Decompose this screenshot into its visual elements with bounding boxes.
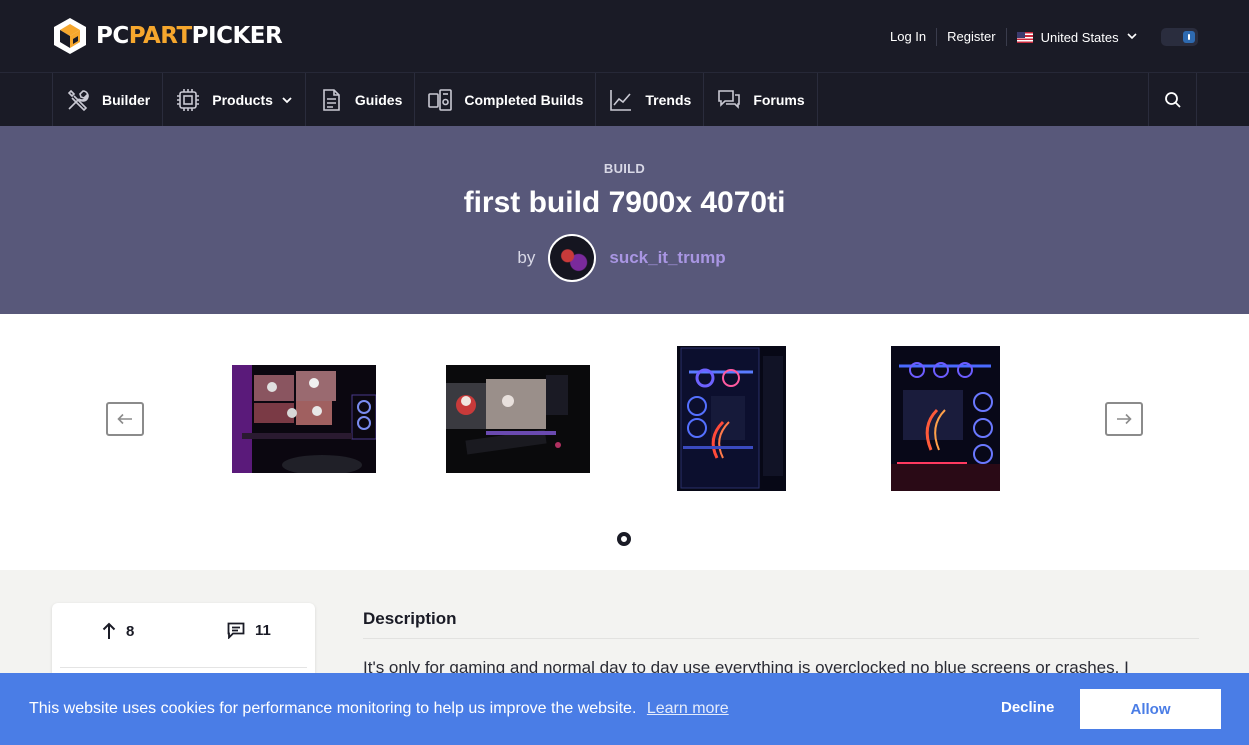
nav-trends[interactable]: Trends [596,73,705,126]
top-header: PCPARTPICKER Log In Register United Stat… [0,0,1249,72]
nav-builder[interactable]: Builder [53,73,164,126]
gallery-next-button[interactable] [1105,402,1143,436]
gallery-photo[interactable] [891,346,1000,491]
trend-chart-icon [610,89,632,111]
logo-wordmark: PCPARTPICKER [96,23,283,49]
allow-button[interactable]: Allow [1080,689,1221,729]
document-icon [323,88,340,111]
gallery-photo[interactable] [677,346,786,491]
nav-label: Builder [102,91,151,108]
author-link[interactable]: suck_it_trump [609,248,725,268]
by-label: by [517,248,536,267]
upvote-button[interactable]: 8 [102,622,134,640]
nav-products[interactable]: Products [163,73,306,126]
gallery-photo[interactable] [446,365,590,473]
logo-cube-icon [52,16,88,56]
nav-completed-builds[interactable]: Completed Builds [415,73,597,126]
photo-gallery [0,314,1249,570]
chat-bubbles-icon [718,89,741,109]
chevron-down-icon[interactable] [1126,30,1138,42]
nav-label: Completed Builds [464,91,584,108]
site-logo[interactable]: PCPARTPICKER [52,16,283,56]
author-avatar[interactable] [548,234,597,282]
cookie-banner: This website uses cookies for performanc… [0,673,1249,745]
us-flag-icon [1016,31,1033,43]
cpu-chip-icon [177,88,200,111]
arrow-left-icon [117,413,132,425]
register-link[interactable]: Register [937,26,1005,48]
byline: by suck_it_trump [0,234,1249,282]
nav-label: Forums [753,91,805,108]
login-link[interactable]: Log In [880,26,936,48]
comment-count: 11 [255,622,271,639]
arrow-up-icon [102,622,116,639]
cookie-message: This website uses cookies for performanc… [29,700,637,717]
chevron-down-icon [282,96,292,103]
search-button[interactable] [1148,73,1197,126]
arrow-right-icon [1117,413,1132,425]
build-hero: BUILD first build 7900x 4070ti by suck_i… [0,126,1249,314]
theme-toggle[interactable] [1161,28,1198,46]
toggle-knob [1183,31,1195,43]
description-heading: Description [363,609,457,628]
comment-icon [227,622,245,639]
country-label: United States [1040,29,1119,45]
main-nav: Builder Products Guides Completed Builds [0,72,1249,126]
cookie-message-row: This website uses cookies for performanc… [29,700,729,718]
country-selector[interactable]: United States [1007,30,1171,45]
divider [363,638,1199,639]
search-icon [1164,91,1181,108]
upvote-count: 8 [126,622,135,640]
completed-builds-icon [428,88,453,111]
builder-tools-icon [67,89,89,111]
gallery-photo[interactable] [232,365,376,473]
decline-button[interactable]: Decline [1001,699,1054,716]
comments-button[interactable]: 11 [227,622,271,639]
divider [60,667,307,669]
nav-label: Trends [645,91,692,108]
page-title: first build 7900x 4070ti [463,186,786,219]
gallery-prev-button[interactable] [106,402,144,436]
learn-more-link[interactable]: Learn more [647,700,729,717]
nav-label: Guides [354,91,403,108]
nav-guides[interactable]: Guides [306,73,416,126]
gallery-page-dot[interactable] [617,532,631,546]
page-eyebrow: BUILD [603,161,646,176]
nav-forums[interactable]: Forums [704,73,818,126]
nav-label: Products [212,91,273,108]
